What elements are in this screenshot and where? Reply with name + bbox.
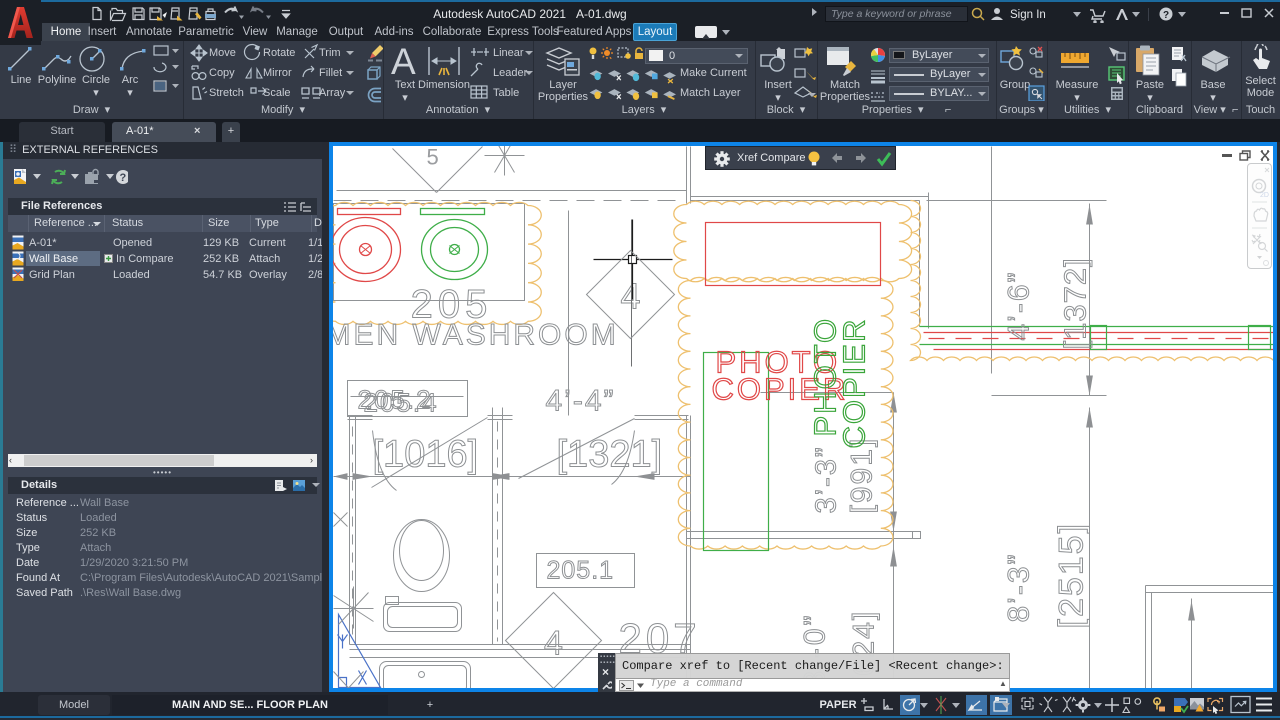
svg-text:4’-4”: 4’-4” [546, 385, 616, 418]
svg-text:Sign In: Sign In [1010, 9, 1046, 21]
svg-text:205.1: 205.1 [547, 557, 615, 585]
svg-text:5: 5 [427, 146, 439, 170]
svg-text:?: ? [120, 172, 127, 184]
svg-text:MEN WASHROOM: MEN WASHROOM [333, 319, 619, 352]
svg-text:[1321]: [1321] [557, 434, 663, 476]
svg-text:[1372]: [1372] [1058, 257, 1093, 349]
svg-text:4: 4 [544, 625, 563, 663]
svg-text:[2515]: [2515] [1053, 522, 1091, 629]
svg-text:4: 4 [620, 276, 640, 317]
svg-text:COPIER: COPIER [837, 318, 872, 449]
svg-text:[1016]: [1016] [373, 434, 479, 476]
svg-text:3’-3”: 3’-3” [811, 445, 843, 513]
svg-text:205.4: 205.4 [364, 388, 439, 418]
svg-text:4’-6”: 4’-6” [1003, 270, 1036, 340]
svg-text:?: ? [1163, 10, 1169, 21]
svg-text:8’-3”: 8’-3” [1003, 552, 1036, 622]
svg-text:2D: 2D [1260, 192, 1269, 199]
